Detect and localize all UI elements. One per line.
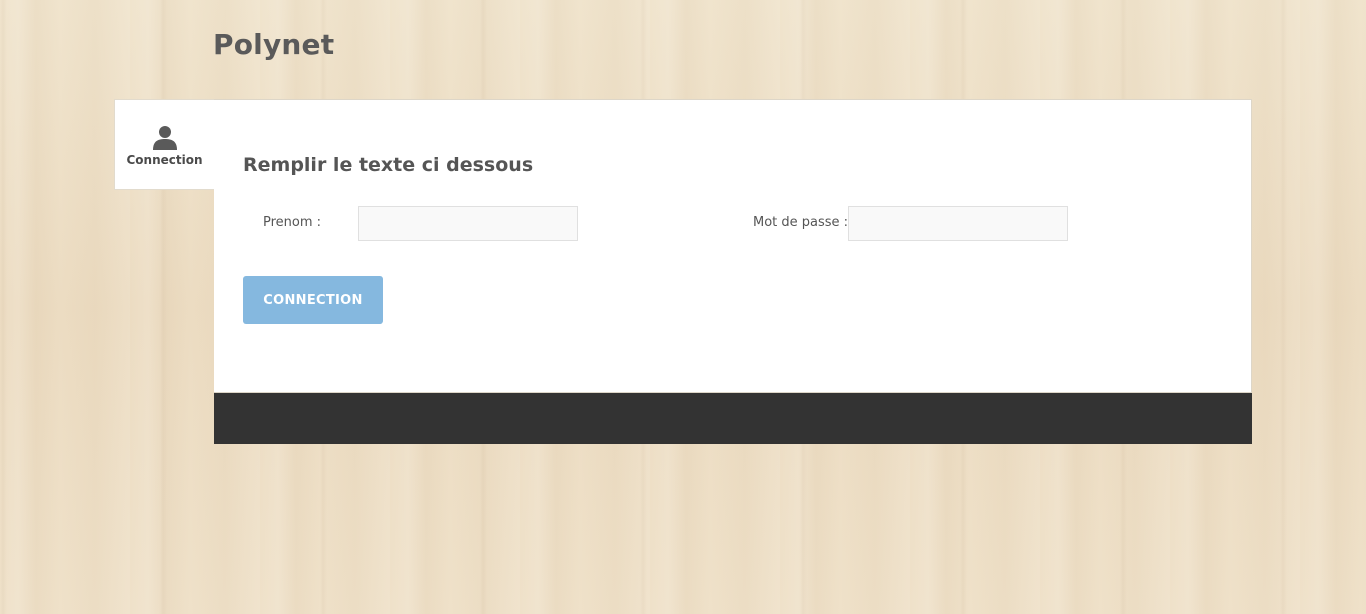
form-heading: Remplir le texte ci dessous [243,154,534,176]
prenom-input[interactable] [358,206,578,241]
form-area: Remplir le texte ci dessous Prenom : Mot… [214,99,1252,393]
login-panel: Connection Remplir le texte ci dessous P… [114,99,1252,444]
tab-connection[interactable]: Connection [114,99,214,190]
site-title: Polynet [213,28,335,61]
tab-connection-label: Connection [126,153,203,167]
user-icon [152,126,177,150]
password-input[interactable] [848,206,1068,241]
prenom-label: Prenom : [263,215,322,230]
password-label: Mot de passe : [753,215,849,230]
panel-footer [214,393,1252,444]
connection-button[interactable]: CONNECTION [243,276,383,324]
